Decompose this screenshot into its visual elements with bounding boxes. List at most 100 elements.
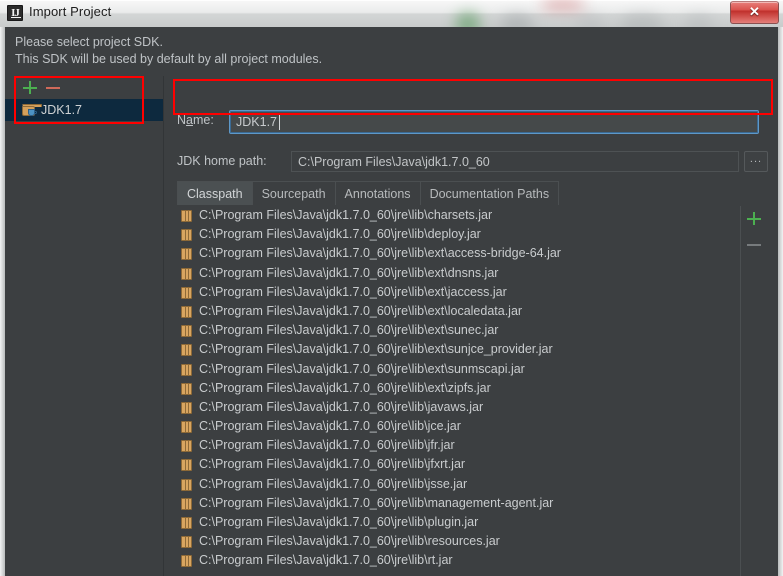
plus-icon [22, 79, 39, 96]
classpath-list-item-label: C:\Program Files\Java\jdk1.7.0_60\jre\li… [199, 476, 468, 491]
classpath-list-item-label: C:\Program Files\Java\jdk1.7.0_60\jre\li… [199, 457, 466, 472]
classpath-list-item-label: C:\Program Files\Java\jdk1.7.0_60\jre\li… [199, 284, 507, 299]
dialog-body: Please select project SDK. This SDK will… [5, 27, 778, 576]
classpath-list-item[interactable]: C:\Program Files\Java\jdk1.7.0_60\jre\li… [177, 225, 740, 244]
classpath-list-item[interactable]: C:\Program Files\Java\jdk1.7.0_60\jre\li… [177, 513, 740, 532]
close-button[interactable]: ✕ [730, 1, 779, 24]
jdk-folder-icon [22, 104, 42, 116]
classpath-list-item-label: C:\Program Files\Java\jdk1.7.0_60\jre\li… [199, 342, 553, 357]
classpath-list-item[interactable]: C:\Program Files\Java\jdk1.7.0_60\jre\li… [177, 532, 740, 551]
classpath-list-item[interactable]: C:\Program Files\Java\jdk1.7.0_60\jre\li… [177, 475, 740, 494]
classpath-list-item[interactable]: C:\Program Files\Java\jdk1.7.0_60\jre\li… [177, 302, 740, 321]
classpath-list-item[interactable]: C:\Program Files\Java\jdk1.7.0_60\jre\li… [177, 206, 740, 225]
sdk-list[interactable]: JDK1.7 [5, 99, 163, 576]
sdk-detail-pane: Name: JDK home path: C:\Program Files\Ja… [168, 76, 778, 576]
sdk-sidebar: JDK1.7 [5, 76, 163, 576]
remove-classpath-entry-button [746, 236, 763, 253]
classpath-list-item-label: C:\Program Files\Java\jdk1.7.0_60\jre\li… [199, 208, 493, 222]
sdk-toolbar [5, 76, 163, 99]
name-input[interactable] [229, 110, 759, 134]
window-frame-right [778, 27, 783, 576]
jdk-home-path-row: JDK home path: C:\Program Files\Java\jdk… [177, 151, 777, 173]
window-title: Import Project [29, 4, 112, 19]
prompt-line-1: Please select project SDK. [15, 35, 163, 49]
desktop-bleed-1 [455, 12, 481, 27]
name-row: Name: [177, 110, 767, 134]
classpath-list-item-label: C:\Program Files\Java\jdk1.7.0_60\jre\li… [199, 495, 554, 510]
minus-icon [746, 236, 763, 253]
classpath-list-item[interactable]: C:\Program Files\Java\jdk1.7.0_60\jre\li… [177, 360, 740, 379]
classpath-list-item[interactable]: C:\Program Files\Java\jdk1.7.0_60\jre\li… [177, 436, 740, 455]
tab-sourcepath[interactable]: Sourcepath [252, 181, 336, 205]
classpath-list-item[interactable]: C:\Program Files\Java\jdk1.7.0_60\jre\li… [177, 340, 740, 359]
classpath-list-item-label: C:\Program Files\Java\jdk1.7.0_60\jre\li… [199, 419, 461, 434]
classpath-list-item[interactable]: C:\Program Files\Java\jdk1.7.0_60\jre\li… [177, 379, 740, 398]
jar-file-icon [181, 555, 192, 568]
classpath-panel: C:\Program Files\Java\jdk1.7.0_60\jre\li… [177, 206, 769, 576]
classpath-list-item[interactable]: C:\Program Files\Java\jdk1.7.0_60\jre\li… [177, 417, 740, 436]
jar-file-icon [181, 440, 192, 453]
prompt-line-2: This SDK will be used by default by all … [15, 52, 323, 66]
jar-file-icon [181, 248, 192, 261]
prompt-text: Please select project SDK. This SDK will… [15, 34, 635, 68]
desktop-bleed-2 [500, 14, 534, 27]
classpath-list-item-label: C:\Program Files\Java\jdk1.7.0_60\jre\li… [199, 399, 484, 414]
classpath-list-item[interactable]: C:\Program Files\Java\jdk1.7.0_60\jre\li… [177, 551, 740, 570]
jar-file-icon [181, 267, 192, 280]
jar-file-icon [181, 459, 192, 472]
tab-annotations[interactable]: Annotations [335, 181, 421, 205]
classpath-list-item-label: C:\Program Files\Java\jdk1.7.0_60\jre\li… [199, 323, 499, 338]
jar-file-icon [181, 382, 192, 395]
jar-file-icon [181, 210, 192, 222]
classpath-list-item-label: C:\Program Files\Java\jdk1.7.0_60\jre\li… [199, 553, 453, 568]
browse-button[interactable]: ... [744, 151, 768, 172]
classpath-toolbar [741, 206, 769, 576]
detail-tabs: Classpath Sourcepath Annotations Documen… [177, 181, 769, 207]
classpath-list-item[interactable]: C:\Program Files\Java\jdk1.7.0_60\jre\li… [177, 244, 740, 263]
classpath-list-item[interactable]: C:\Program Files\Java\jdk1.7.0_60\jre\li… [177, 321, 740, 340]
window-frame-left [0, 27, 5, 576]
classpath-list-item-label: C:\Program Files\Java\jdk1.7.0_60\jre\li… [199, 246, 561, 261]
jar-file-icon [181, 363, 192, 376]
classpath-list-item[interactable]: C:\Program Files\Java\jdk1.7.0_60\jre\li… [177, 494, 740, 513]
text-caret [279, 114, 280, 130]
desktop-bleed-3 [575, 15, 605, 27]
classpath-list-item[interactable]: C:\Program Files\Java\jdk1.7.0_60\jre\li… [177, 264, 740, 283]
sdk-list-item-label: JDK1.7 [41, 103, 82, 117]
tab-documentation-paths[interactable]: Documentation Paths [420, 181, 560, 205]
tab-classpath[interactable]: Classpath [177, 181, 253, 205]
classpath-list-item[interactable]: C:\Program Files\Java\jdk1.7.0_60\jre\li… [177, 398, 740, 417]
desktop-bleed-4 [620, 14, 664, 27]
plus-icon [746, 210, 763, 227]
jar-file-icon [181, 517, 192, 529]
jar-file-icon [181, 325, 192, 338]
jar-file-icon [181, 536, 192, 549]
sdk-list-item-jdk17[interactable]: JDK1.7 [5, 99, 163, 121]
jdk-home-path-field[interactable]: C:\Program Files\Java\jdk1.7.0_60 [291, 151, 739, 172]
add-classpath-entry-button[interactable] [746, 210, 763, 227]
minus-icon [45, 79, 62, 96]
name-label: Name: [177, 113, 214, 127]
classpath-list-item-label: C:\Program Files\Java\jdk1.7.0_60\jre\li… [199, 515, 479, 529]
classpath-list-item-label: C:\Program Files\Java\jdk1.7.0_60\jre\li… [199, 380, 491, 395]
classpath-list-item[interactable]: C:\Program Files\Java\jdk1.7.0_60\jre\li… [177, 283, 740, 302]
classpath-list-item-label: C:\Program Files\Java\jdk1.7.0_60\jre\li… [199, 227, 481, 242]
classpath-list-item-label: C:\Program Files\Java\jdk1.7.0_60\jre\li… [199, 303, 523, 318]
jar-file-icon [181, 421, 192, 434]
jar-file-icon [181, 229, 192, 242]
desktop-bleed-5 [540, 0, 586, 10]
jar-file-icon [181, 497, 192, 510]
add-sdk-button[interactable] [22, 79, 39, 96]
title-bar: IJ Import Project ✕ [0, 0, 783, 27]
jar-file-icon [181, 401, 192, 414]
remove-sdk-button[interactable] [45, 79, 62, 96]
jar-file-icon [181, 286, 192, 299]
classpath-list[interactable]: C:\Program Files\Java\jdk1.7.0_60\jre\li… [177, 206, 741, 576]
close-icon: ✕ [749, 4, 760, 19]
import-project-dialog: IJ Import Project ✕ Please select projec… [0, 0, 783, 576]
jar-file-icon [181, 344, 192, 357]
classpath-list-item-label: C:\Program Files\Java\jdk1.7.0_60\jre\li… [199, 534, 500, 549]
desktop-bleed-6 [684, 15, 714, 27]
jar-file-icon [181, 305, 192, 318]
classpath-list-item[interactable]: C:\Program Files\Java\jdk1.7.0_60\jre\li… [177, 455, 740, 474]
